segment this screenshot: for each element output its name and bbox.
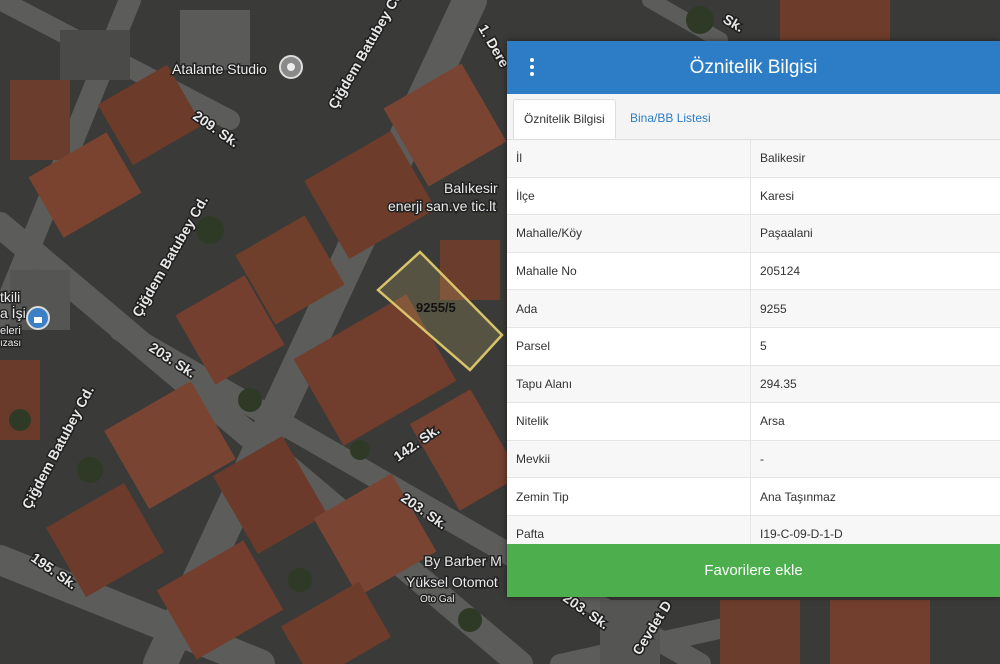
row-key: Tapu Alanı [507, 365, 751, 404]
table-row: Mahalle No 205124 [507, 252, 1000, 291]
row-value: Balikesir [750, 140, 1000, 178]
table-row: Nitelik Arsa [507, 402, 1000, 441]
poi-label: ızası [0, 338, 21, 349]
row-value: Karesi [750, 177, 1000, 216]
table-row: İlçe Karesi [507, 177, 1000, 216]
poi-label: enerji san.ve tic.lt [388, 198, 496, 214]
add-favorite-button[interactable]: Favorilere ekle [507, 544, 1000, 597]
attribute-table: İl Balikesir İlçe Karesi Mahalle/Köy Paşaalan… [507, 140, 1000, 554]
row-value: 9255 [750, 289, 1000, 328]
table-row: Mahalle/Köy Paşaalani [507, 214, 1000, 253]
row-key: Zemin Tip [507, 477, 751, 516]
poi-label: eleri [0, 325, 21, 337]
attribute-info-panel: Öznitelik Bilgisi Öznitelik Bilgisi Bina… [507, 41, 1000, 597]
parcel-label: 9255/5 [416, 300, 456, 315]
row-value: Ana Taşınmaz [750, 477, 1000, 516]
row-key: Nitelik [507, 402, 751, 441]
row-value: 205124 [750, 252, 1000, 291]
row-key: İlçe [507, 177, 751, 216]
poi-label: Balıkesir [444, 180, 498, 196]
row-key: Ada [507, 289, 751, 328]
row-value: 294.35 [750, 365, 1000, 404]
poi-label: Yüksel Otomot [406, 574, 498, 590]
tab-building-list[interactable]: Bina/BB Listesi [620, 99, 721, 139]
panel-tabs: Öznitelik Bilgisi Bina/BB Listesi [507, 94, 1000, 140]
row-value: - [750, 440, 1000, 479]
poi-label: a İşi [0, 304, 26, 321]
poi-label: tkili [0, 289, 20, 305]
row-value: 5 [750, 327, 1000, 366]
poi-label: Oto Gal [420, 594, 454, 605]
table-row: İl Balikesir [507, 140, 1000, 178]
row-key: Mahalle No [507, 252, 751, 291]
row-value: Arsa [750, 402, 1000, 441]
row-key: Mevkii [507, 440, 751, 479]
poi-label: Atalante Studio [172, 61, 267, 77]
row-key: Parsel [507, 327, 751, 366]
poi-label: By Barber M [424, 553, 502, 569]
table-row: Tapu Alanı 294.35 [507, 365, 1000, 404]
panel-title: Öznitelik Bilgisi [689, 57, 818, 78]
panel-header: Öznitelik Bilgisi [507, 41, 1000, 94]
row-key: İl [507, 140, 751, 178]
tab-attribute-info[interactable]: Öznitelik Bilgisi [513, 99, 616, 139]
row-value: Paşaalani [750, 214, 1000, 253]
table-row: Ada 9255 [507, 289, 1000, 328]
table-row: Parsel 5 [507, 327, 1000, 366]
table-row: Mevkii - [507, 440, 1000, 479]
table-row: Zemin Tip Ana Taşınmaz [507, 477, 1000, 516]
row-key: Mahalle/Köy [507, 214, 751, 253]
